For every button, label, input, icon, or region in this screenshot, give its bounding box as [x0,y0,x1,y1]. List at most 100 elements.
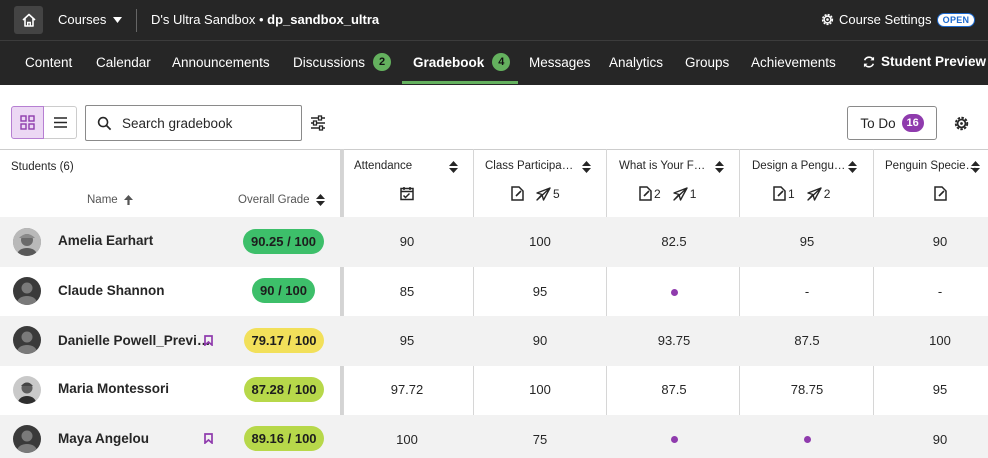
column-title[interactable]: Attendance [354,160,412,172]
course-breadcrumb: D's Ultra Sandbox • dp_sandbox_ultra [151,12,380,27]
grade-cell[interactable]: - [767,284,847,299]
overall-grade-pill[interactable]: 90 / 100 [252,278,315,303]
nav-tab-calendar[interactable]: Calendar [96,55,151,70]
accommodation-flag-icon [204,433,213,444]
grade-cell[interactable]: 90 [900,234,980,249]
grade-cell[interactable]: 93.75 [634,333,714,348]
paper-plane-icon [806,186,822,201]
sort-icon[interactable] [971,161,980,173]
discussions-count-badge: 2 [373,53,392,71]
courses-menu[interactable]: Courses [58,12,123,27]
course-settings-label: Course Settings [839,12,932,27]
home-icon [21,13,36,27]
todo-button[interactable]: To Do 16 [847,106,937,140]
grade-cell[interactable]: 78.75 [767,382,847,397]
list-view-icon [53,117,67,128]
column-title[interactable]: Penguin Specie… [885,160,977,172]
grade-cell[interactable]: 87.5 [767,333,847,348]
gear-icon [954,116,968,130]
grade-cell[interactable]: 100 [367,432,447,447]
grade-cell[interactable]: 95 [900,382,980,397]
student-row-amelia-earhart[interactable]: Amelia Earhart 90.25 / 100 90 100 82.5 9… [0,217,988,267]
grade-cell[interactable]: 85 [367,284,447,299]
sort-icon [315,194,325,206]
nav-tab-achievements[interactable]: Achievements [751,55,836,70]
student-row-maya-angelou[interactable]: Maya Angelou 89.16 / 100 100 75 90 [0,415,988,458]
overall-grade-column-header[interactable]: Overall Grade [238,194,325,206]
filter-button[interactable] [306,112,330,134]
grade-cell[interactable]: 90 [500,333,580,348]
nav-tab-announcements[interactable]: Announcements [172,55,270,70]
divider [136,9,137,32]
grade-cell[interactable]: 90 [900,432,980,447]
nav-tab-content[interactable]: Content [25,55,72,70]
grade-cell[interactable]: 95 [500,284,580,299]
search-gradebook-field[interactable] [85,105,302,141]
grade-cell[interactable]: 100 [500,382,580,397]
search-icon [97,116,112,130]
needs-grading-dot[interactable] [671,289,678,296]
grade-cell[interactable]: 95 [367,333,447,348]
student-preview-button[interactable]: Student Preview [862,54,986,69]
student-row-maria-montessori[interactable]: Maria Montessori 87.28 / 100 97.72 100 8… [0,365,988,415]
todo-count-badge: 16 [901,114,924,132]
avatar [13,228,41,256]
search-input[interactable] [122,115,292,131]
gear-icon [821,13,834,26]
nav-tab-groups[interactable]: Groups [685,55,729,70]
course-id: dp_sandbox_ultra [267,12,380,27]
grade-cell[interactable]: 95 [767,234,847,249]
grade-cell[interactable]: 82.5 [634,234,714,249]
needs-grading-indicator: 2 [639,186,661,201]
nav-tab-gradebook[interactable]: Gradebook 4 [413,53,511,71]
grid-view-button[interactable] [11,106,44,139]
course-name: D's Ultra Sandbox [151,12,256,27]
student-row-danielle-powell[interactable]: Danielle Powell_Previ… 79.17 / 100 95 90… [0,316,988,366]
student-name-link[interactable]: Maria Montessori [58,381,169,396]
avatar [13,277,41,305]
course-settings-button[interactable]: Course Settings [820,12,932,27]
overall-grade-pill[interactable]: 87.28 / 100 [244,377,324,402]
graded-document-indicator [511,186,524,201]
column-title[interactable]: Class Participa… [485,160,573,172]
name-column-header[interactable]: Name [87,194,133,206]
grade-cell[interactable]: 100 [500,234,580,249]
student-row-claude-shannon[interactable]: Claude Shannon 90 / 100 85 95 - - [0,266,988,316]
sort-icon[interactable] [582,161,591,173]
overall-grade-pill[interactable]: 90.25 / 100 [243,229,324,254]
sort-icon[interactable] [848,161,857,173]
home-button[interactable] [14,6,43,34]
grade-cell[interactable]: - [900,284,980,299]
submissions-count-indicator: 1 [672,187,696,201]
sort-icon[interactable] [449,161,458,173]
overall-grade-pill[interactable]: 79.17 / 100 [244,328,324,353]
overall-grade-pill[interactable]: 89.16 / 100 [244,426,324,451]
list-view-button[interactable] [44,106,77,139]
needs-grading-dot[interactable] [671,436,678,443]
student-name-link[interactable]: Danielle Powell_Previ… [58,333,210,348]
course-nav-bar: Content Calendar Announcements Discussio… [0,41,988,85]
student-name-link[interactable]: Maya Angelou [58,431,149,446]
student-name-link[interactable]: Amelia Earhart [58,233,153,248]
top-bar: Courses D's Ultra Sandbox • dp_sandbox_u… [0,0,988,41]
students-count-label: Students (6) [11,161,74,173]
sort-icon[interactable] [715,161,724,173]
student-preview-label: Student Preview [881,54,987,69]
nav-tab-analytics[interactable]: Analytics [609,55,663,70]
sort-ascending-icon [123,195,133,205]
gradebook-settings-button[interactable] [951,113,971,133]
nav-tab-discussions[interactable]: Discussions 2 [293,53,392,71]
nav-tab-messages[interactable]: Messages [529,55,591,70]
needs-grading-indicator: 1 [773,186,795,201]
grade-cell[interactable]: 87.5 [634,382,714,397]
accommodation-flag-icon [204,335,213,346]
column-title[interactable]: What is Your F… [619,160,705,172]
needs-grading-dot[interactable] [804,436,811,443]
column-title[interactable]: Design a Pengu… [752,160,845,172]
document-graded-icon [511,186,524,201]
grade-cell[interactable]: 75 [500,432,580,447]
student-name-link[interactable]: Claude Shannon [58,283,165,298]
grade-cell[interactable]: 90 [367,234,447,249]
grade-cell[interactable]: 100 [900,333,980,348]
grade-cell[interactable]: 97.72 [367,382,447,397]
